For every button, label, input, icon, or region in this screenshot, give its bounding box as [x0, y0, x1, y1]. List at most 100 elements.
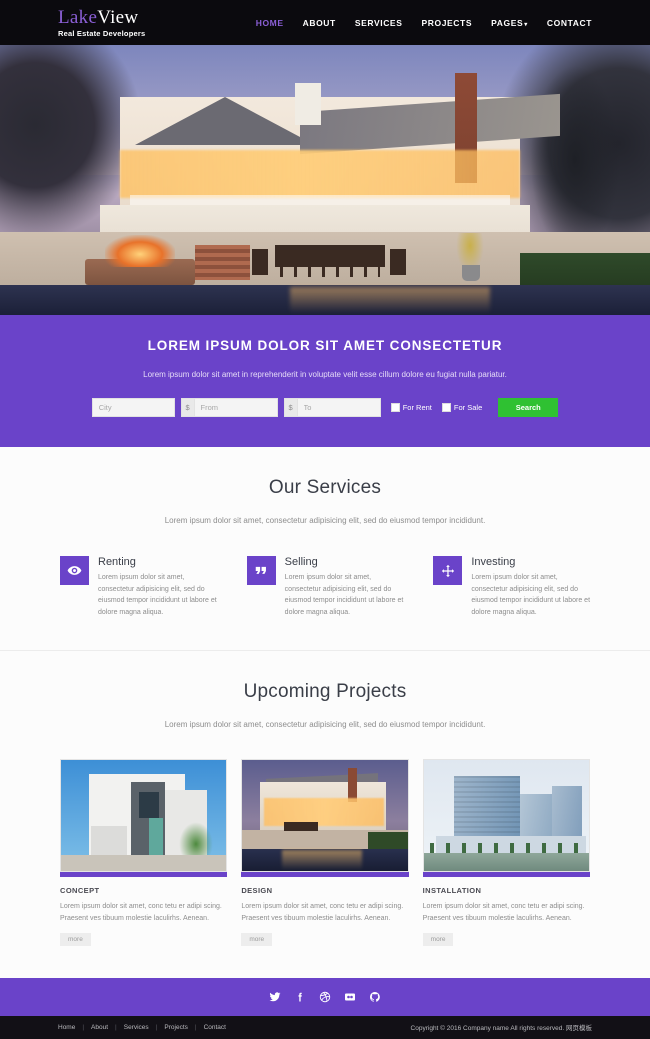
service-title-investing: Investing	[471, 556, 516, 568]
nav-item-services[interactable]: SERVICES	[355, 18, 403, 28]
for-sale-checkbox-box[interactable]	[441, 403, 451, 412]
design-window-glow	[264, 798, 385, 827]
project-accent-bar-concept	[60, 872, 228, 878]
service-title-selling: Selling	[284, 556, 318, 568]
price-from-input[interactable]	[194, 399, 277, 416]
concept-window	[139, 792, 159, 819]
flickr-icon[interactable]	[344, 990, 357, 1003]
for-rent-checkbox-box[interactable]	[390, 403, 400, 412]
service-text-renting: Renting Lorem ipsum dolor sit amet, cons…	[98, 556, 217, 618]
project-title-design: DESIGN	[241, 886, 273, 896]
projects-list: CONCEPT Lorem ipsum dolor sit amet, conc…	[0, 759, 650, 946]
footer-link-projects[interactable]: Projects	[164, 1024, 187, 1031]
hero-patio-table	[275, 245, 385, 267]
concept-ground	[61, 855, 227, 872]
footer-link-home[interactable]: Home	[58, 1024, 75, 1031]
footer-separator: |	[155, 1023, 158, 1031]
project-desc-installation: Lorem ipsum dolor sit amet, conc tetu er…	[422, 903, 585, 923]
services-section: Our Services Lorem ipsum dolor sit amet,…	[0, 447, 650, 651]
city-input[interactable]	[92, 399, 174, 416]
for-sale-checkbox[interactable]: For Sale	[441, 403, 483, 412]
price-to-input[interactable]	[297, 399, 380, 416]
hero-window-glow-upper	[120, 150, 520, 198]
nav-item-about[interactable]: ABOUT	[303, 18, 336, 28]
logo-view-text: View	[97, 6, 139, 28]
projects-subtitle: Lorem ipsum dolor sit amet, consectetur …	[164, 720, 486, 730]
banner-subtitle: Lorem ipsum dolor sit amet in reprehende…	[143, 370, 507, 379]
site-logo[interactable]: LakeView Real Estate Developers	[58, 8, 145, 38]
facebook-icon[interactable]	[294, 990, 307, 1003]
project-title-concept: CONCEPT	[60, 886, 100, 896]
hero-plant-pot	[462, 265, 480, 281]
design-table	[284, 822, 319, 832]
nav-item-pages[interactable]: PAGES▾	[491, 18, 528, 28]
project-more-button-concept[interactable]: more	[60, 932, 91, 946]
footer-navigation: Home | About | Services | Projects | Con…	[58, 1024, 226, 1031]
footer-link-about[interactable]: About	[91, 1024, 108, 1031]
concept-garage	[91, 826, 127, 859]
price-from-field-wrapper: $	[180, 398, 278, 417]
logo-wordmark: LakeView	[58, 8, 145, 27]
footer-social-bar	[0, 977, 650, 1016]
hero-chair-left	[252, 249, 268, 275]
service-text-selling: Selling Lorem ipsum dolor sit amet, cons…	[285, 556, 404, 618]
github-icon[interactable]	[369, 990, 382, 1003]
currency-icon-from: $	[181, 399, 195, 416]
project-more-button-design[interactable]: more	[241, 932, 273, 946]
projects-section: Upcoming Projects Lorem ipsum dolor sit …	[0, 651, 650, 978]
footer-link-services[interactable]: Services	[124, 1024, 149, 1031]
nav-item-projects[interactable]: PROJECTS	[421, 18, 472, 28]
project-image-installation	[422, 759, 590, 873]
for-sale-label: For Sale	[453, 403, 483, 412]
installation-ground	[423, 853, 589, 872]
for-rent-label: For Rent	[402, 403, 432, 412]
project-image-design	[241, 759, 409, 873]
service-desc-renting: Lorem ipsum dolor sit amet, consectetur …	[98, 574, 217, 616]
services-subtitle: Lorem ipsum dolor sit amet, consectetur …	[164, 516, 486, 525]
design-pool-reflection	[282, 850, 363, 871]
project-card-installation[interactable]: INSTALLATION Lorem ipsum dolor sit amet,…	[422, 759, 590, 946]
eye-icon	[60, 556, 89, 585]
hero-table-legs	[280, 265, 380, 277]
dribbble-icon[interactable]	[319, 990, 332, 1003]
services-list: Renting Lorem ipsum dolor sit amet, cons…	[0, 556, 650, 618]
nav-item-contact[interactable]: CONTACT	[547, 18, 592, 28]
price-to-field-wrapper: $	[283, 398, 381, 417]
service-desc-investing: Lorem ipsum dolor sit amet, consectetur …	[471, 574, 591, 616]
logo-tagline: Real Estate Developers	[58, 28, 146, 38]
for-rent-checkbox[interactable]: For Rent	[390, 403, 432, 412]
footer-separator: |	[82, 1023, 85, 1031]
service-item-renting[interactable]: Renting Lorem ipsum dolor sit amet, cons…	[60, 556, 217, 618]
service-text-investing: Investing Lorem ipsum dolor sit amet, co…	[471, 556, 590, 618]
nav-item-home[interactable]: HOME	[256, 18, 284, 28]
search-button[interactable]: Search	[498, 398, 559, 417]
hero-roof-gable	[135, 97, 315, 145]
project-title-installation: INSTALLATION	[422, 886, 482, 896]
quote-icon	[246, 556, 276, 585]
project-more-button-installation[interactable]: more	[422, 932, 454, 946]
project-card-design[interactable]: DESIGN Lorem ipsum dolor sit amet, conc …	[241, 759, 409, 946]
project-accent-bar-design	[241, 872, 409, 878]
twitter-icon[interactable]	[269, 990, 282, 1003]
project-image-concept	[60, 759, 228, 873]
logo-lake-text: Lake	[58, 6, 98, 28]
move-arrows-icon	[433, 556, 463, 585]
service-title-renting: Renting	[98, 556, 136, 568]
service-desc-selling: Lorem ipsum dolor sit amet, consectetur …	[284, 574, 404, 616]
hero-stairs	[195, 245, 250, 280]
design-chimney	[348, 768, 358, 803]
footer-link-contact[interactable]: Contact	[204, 1024, 226, 1031]
hero-chair-right	[390, 249, 406, 275]
service-item-investing[interactable]: Investing Lorem ipsum dolor sit amet, co…	[433, 556, 590, 618]
service-item-selling[interactable]: Selling Lorem ipsum dolor sit amet, cons…	[246, 556, 404, 618]
footer-separator: |	[115, 1023, 117, 1031]
property-search-form: $ $ For Rent For Sale Search	[0, 398, 650, 417]
hero-tree-right-2	[530, 65, 620, 255]
project-card-concept[interactable]: CONCEPT Lorem ipsum dolor sit amet, conc…	[60, 759, 228, 946]
hero-chimney-white	[295, 83, 321, 125]
nav-pages-label: PAGES	[491, 17, 524, 28]
hero-fire-flame	[105, 235, 175, 267]
main-navigation: HOME ABOUT SERVICES PROJECTS PAGES▾ CONT…	[256, 18, 592, 28]
currency-icon-to: $	[284, 399, 298, 416]
footer-bottom-bar: Home | About | Services | Projects | Con…	[0, 1015, 650, 1039]
